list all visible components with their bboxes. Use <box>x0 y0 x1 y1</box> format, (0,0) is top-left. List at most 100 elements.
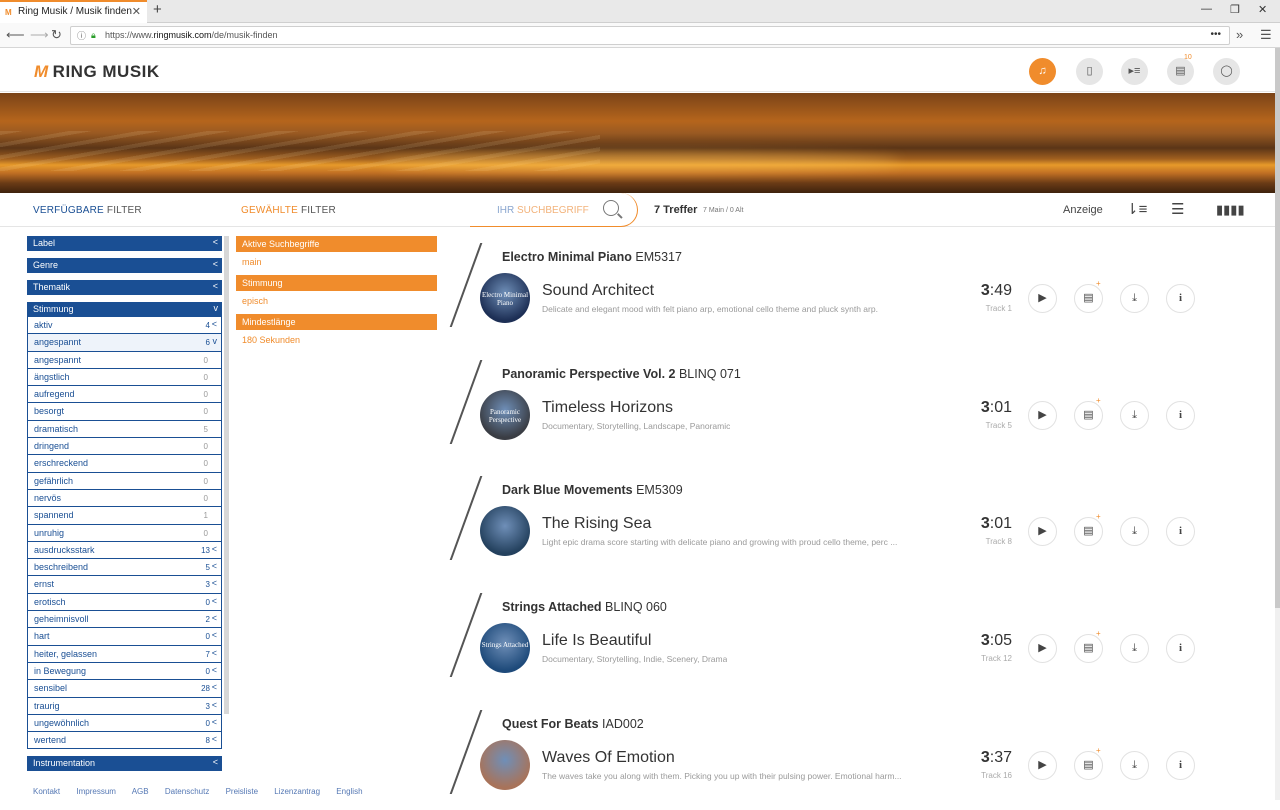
stimmung-item[interactable]: geheimnisvoll 2 < <box>27 611 222 629</box>
stimmung-item[interactable]: unruhig 0 <box>27 524 222 542</box>
track-title[interactable]: Life Is Beautiful <box>542 632 651 650</box>
footer-link-english[interactable]: English <box>336 787 362 796</box>
chevron-left-icon[interactable]: < <box>212 319 217 329</box>
page-scrollbar[interactable] <box>1275 48 1280 608</box>
sort-icon[interactable]: ⇂≡ <box>1126 200 1147 218</box>
stimmung-item[interactable]: dramatisch 5 <box>27 420 222 439</box>
stimmung-item[interactable]: heiter, gelassen 7 < <box>27 645 222 663</box>
playlist-icon[interactable]: ▸≡ <box>1121 58 1148 85</box>
download-icon[interactable]: ⤓ <box>1120 284 1149 313</box>
play-icon[interactable]: ▶ <box>1028 400 1057 430</box>
stimmung-item[interactable]: sensibel 28 < <box>27 680 222 698</box>
chevron-left-icon[interactable]: < <box>212 630 217 640</box>
list-view-icon[interactable]: ☰ <box>1171 200 1184 218</box>
filter-category-genre[interactable]: Genre < <box>27 258 222 273</box>
search-label[interactable]: IHR SUCHBEGRIFF <box>497 205 589 216</box>
chevron-left-icon[interactable]: < <box>212 596 217 606</box>
album-title[interactable]: Quest For Beats IAD002 <box>502 717 644 731</box>
active-filter-value[interactable]: 180 Sekunden <box>236 330 437 353</box>
close-tab-icon[interactable]: ✕ <box>132 5 141 18</box>
add-to-clipboard-icon[interactable]: ▤ <box>1074 517 1103 547</box>
footer-link-lizenzantrag[interactable]: Lizenzantrag <box>274 787 320 796</box>
chevron-left-icon[interactable]: < <box>212 578 217 588</box>
play-icon[interactable]: ▶ <box>1028 517 1057 547</box>
download-icon[interactable]: ⤓ <box>1120 634 1149 664</box>
chevron-left-icon[interactable]: < <box>212 734 217 744</box>
chevron-left-icon[interactable]: < <box>212 544 217 554</box>
stimmung-item[interactable]: spannend 1 <box>27 507 222 525</box>
chevron-left-icon[interactable]: < <box>212 682 217 692</box>
chevron-left-icon[interactable]: < <box>212 648 217 658</box>
stimmung-item[interactable]: gefährlich 0 <box>27 472 222 490</box>
info-icon[interactable]: i <box>1166 284 1195 313</box>
stimmung-item[interactable]: nervös 0 <box>27 489 222 508</box>
restore-icon[interactable]: ❐ <box>1230 3 1240 16</box>
album-cover[interactable] <box>480 506 530 557</box>
album-title[interactable]: Electro Minimal Piano EM5317 <box>502 250 682 264</box>
album-title[interactable]: Panoramic Perspective Vol. 2 BLINQ 071 <box>502 367 741 381</box>
result-item[interactable]: Quest For Beats IAD002 Waves Of Emotion Th… <box>448 710 1248 810</box>
footer-link-impressum[interactable]: Impressum <box>76 787 116 796</box>
track-title[interactable]: Waves Of Emotion <box>542 749 675 767</box>
stimmung-item[interactable]: ungewöhnlich 0 < <box>27 714 222 733</box>
footer-link-preisliste[interactable]: Preisliste <box>226 787 258 796</box>
footer-link-datenschutz[interactable]: Datenschutz <box>165 787 209 796</box>
clipboard-user-icon[interactable]: ▯ <box>1076 58 1103 85</box>
stimmung-item[interactable]: ausdrucksstark 13 < <box>27 541 222 560</box>
stimmung-item[interactable]: angespannt 0 <box>27 351 222 369</box>
reload-icon[interactable]: ↻ <box>51 27 62 43</box>
filter-scrollbar[interactable] <box>224 236 229 714</box>
stimmung-item[interactable]: aufregend 0 <box>27 386 222 404</box>
result-item[interactable]: Strings Attached BLINQ 060 Strings Attach… <box>448 593 1248 693</box>
stimmung-item[interactable]: in Bewegung 0 < <box>27 662 222 681</box>
footer-link-kontakt[interactable]: Kontakt <box>33 787 60 796</box>
footer-link-agb[interactable]: AGB <box>132 787 149 796</box>
new-tab-icon[interactable]: + <box>153 1 162 18</box>
add-to-clipboard-icon[interactable]: ▤ <box>1074 284 1103 313</box>
track-title[interactable]: Sound Architect <box>542 282 654 300</box>
minimize-icon[interactable]: — <box>1201 3 1212 15</box>
play-icon[interactable]: ▶ <box>1028 634 1057 664</box>
close-window-icon[interactable]: ✕ <box>1258 3 1267 16</box>
info-icon[interactable]: i <box>1166 517 1195 547</box>
track-title[interactable]: Timeless Horizons <box>542 399 673 417</box>
stimmung-item[interactable]: traurig 3 < <box>27 697 222 715</box>
chevron-down-icon[interactable]: v <box>213 336 218 346</box>
overflow-icon[interactable]: » <box>1236 27 1243 42</box>
chevron-left-icon[interactable]: < <box>212 665 217 675</box>
available-filters-tab[interactable]: VERFÜGBARE FILTER <box>33 205 142 216</box>
download-icon[interactable]: ⤓ <box>1120 517 1149 547</box>
logo[interactable]: M RING MUSIK <box>34 62 160 82</box>
selected-filters-tab[interactable]: GEWÄHLTE FILTER <box>241 205 336 216</box>
filter-category-label[interactable]: Label < <box>27 236 222 251</box>
active-filter-value[interactable]: main <box>236 252 437 275</box>
chevron-left-icon[interactable]: < <box>212 613 217 623</box>
album-cover[interactable]: Strings Attached <box>480 623 530 674</box>
stimmung-item[interactable]: ernst 3 < <box>27 576 222 594</box>
download-icon[interactable]: ⤓ <box>1120 750 1149 780</box>
stimmung-item[interactable]: wertend 8 < <box>27 732 222 750</box>
page-actions-icon[interactable]: ••• <box>1210 29 1221 40</box>
info-icon[interactable]: i <box>1166 634 1195 664</box>
add-to-clipboard-icon[interactable]: ▤ <box>1074 400 1103 430</box>
result-item[interactable]: Panoramic Perspective Vol. 2 BLINQ 071 Pa… <box>448 360 1248 460</box>
result-item[interactable]: Dark Blue Movements EM5309 The Rising Sea… <box>448 476 1248 576</box>
browser-tab[interactable]: M Ring Musik / Musik finden ✕ <box>0 0 147 23</box>
waveform-icon[interactable]: ▮▮▮▮ <box>1216 202 1245 218</box>
address-bar[interactable]: ⓘ 🔒︎ https://www.ringmusik.com/de/musik-… <box>70 26 1230 45</box>
clipboard-icon[interactable]: ▤ <box>1167 58 1194 85</box>
filter-category-stimmung[interactable]: Stimmung v <box>27 302 222 317</box>
music-note-icon[interactable]: ♫ <box>1029 58 1056 85</box>
chevron-left-icon[interactable]: < <box>212 561 217 571</box>
active-filter-value[interactable]: episch <box>236 291 437 314</box>
chevron-left-icon[interactable]: < <box>212 717 217 727</box>
add-to-clipboard-icon[interactable]: ▤ <box>1074 750 1103 780</box>
stimmung-item[interactable]: besorgt 0 <box>27 403 222 421</box>
stimmung-item[interactable]: beschreibend 5 < <box>27 559 222 577</box>
add-to-clipboard-icon[interactable]: ▤ <box>1074 634 1103 664</box>
filter-category-instrumentation[interactable]: Instrumentation < <box>27 756 222 772</box>
album-cover[interactable]: Electro Minimal Piano <box>480 273 530 323</box>
forward-icon[interactable]: ⟶ <box>30 27 49 43</box>
play-icon[interactable]: ▶ <box>1028 750 1057 780</box>
album-cover[interactable]: Panoramic Perspective <box>480 389 530 440</box>
